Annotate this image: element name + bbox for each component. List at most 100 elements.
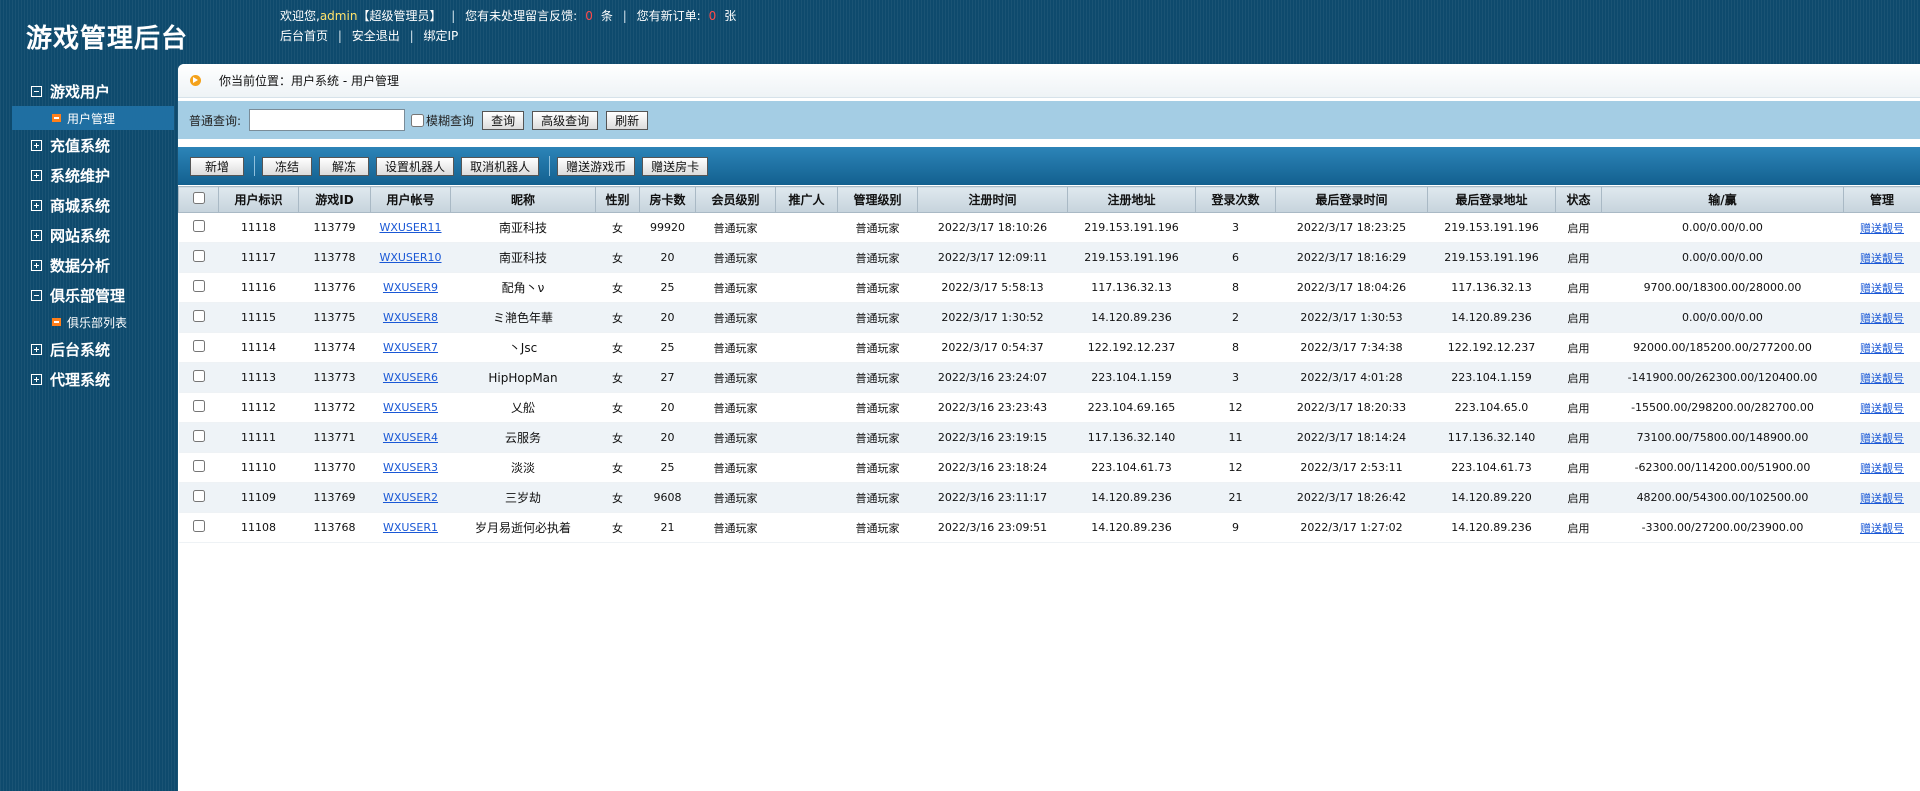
feedback-count[interactable]: 0 <box>577 9 601 23</box>
table-row[interactable]: 11111 113771 WXUSER4 云服务女 20 普通玩家 普通玩家 2022/3/1… <box>178 422 1920 453</box>
row-checkbox[interactable] <box>192 460 205 472</box>
account-link[interactable]: WXUSER3 <box>383 461 438 474</box>
account-link[interactable]: WXUSER11 <box>379 221 441 234</box>
account-link[interactable]: WXUSER9 <box>383 281 438 294</box>
gift-number-link[interactable]: 赠送靓号 <box>1860 372 1904 385</box>
main-panel: 你当前位置：用户系统 - 用户管理 普通查询: 模糊查询 查询 高级查询 刷新 … <box>178 64 1920 791</box>
gift-card-button[interactable]: 赠送房卡 <box>642 156 709 176</box>
table-cell: 2022/3/17 4:01:28 <box>1275 362 1428 393</box>
query-button[interactable]: 查询 <box>482 110 525 130</box>
gift-number-link[interactable]: 赠送靓号 <box>1860 282 1904 295</box>
account-link[interactable]: WXUSER4 <box>383 431 438 444</box>
menu-item-club-list[interactable]: 俱乐部列表 <box>12 310 174 334</box>
gift-number-link[interactable]: 赠送靓号 <box>1860 222 1904 235</box>
account-link[interactable]: WXUSER10 <box>379 251 441 264</box>
logout-link[interactable]: 安全退出 <box>352 29 400 43</box>
menu-group-analytics[interactable]: 数据分析 <box>12 250 174 280</box>
action-toolbar: 新增 冻结 解冻 设置机器人 取消机器人 赠送游戏币 赠送房卡 <box>178 147 1920 185</box>
table-row[interactable]: 11114 113774 WXUSER7 丶Jsc 女 25 普通玩家 普通玩家 2022/3/… <box>178 332 1920 363</box>
menu-group-backend[interactable]: 后台系统 <box>12 334 174 364</box>
account-link[interactable]: WXUSER2 <box>383 491 438 504</box>
table-cell: WXUSER5 <box>370 392 451 423</box>
row-checkbox[interactable] <box>192 370 205 382</box>
gift-number-link[interactable]: 赠送靓号 <box>1860 402 1904 415</box>
table-row[interactable]: 11109 113769 WXUSER2 三岁劫女 9608 普通玩家 普通玩家 2022/3… <box>178 482 1920 513</box>
table-cell: 普通玩家 <box>695 392 776 423</box>
row-checkbox[interactable] <box>192 310 205 322</box>
search-input[interactable] <box>249 109 406 131</box>
table-cell: 11110 <box>218 452 299 483</box>
orders-count[interactable]: 0 <box>701 9 725 23</box>
separator: | <box>451 9 456 23</box>
table-cell: 0.00/0.00/0.00 <box>1601 242 1844 273</box>
table-row[interactable]: 11110 113770 WXUSER3 淡淡女 25 普通玩家 普通玩家 2022/3/16… <box>178 452 1920 483</box>
freeze-button[interactable]: 冻结 <box>262 156 313 176</box>
select-all-checkbox[interactable] <box>192 192 205 204</box>
refresh-button[interactable]: 刷新 <box>606 110 649 130</box>
collapse-icon <box>31 289 42 301</box>
action-cell: 赠送靓号 <box>1843 362 1920 393</box>
menu-group-website[interactable]: 网站系统 <box>12 220 174 250</box>
gift-number-link[interactable]: 赠送靓号 <box>1860 522 1904 535</box>
table-row[interactable]: 11115 113775 WXUSER8 ミ滟色年華女 20 普通玩家 普通玩家 2022/3… <box>178 302 1920 333</box>
home-link[interactable]: 后台首页 <box>280 29 328 43</box>
menu-group-game-users[interactable]: 游戏用户 <box>12 76 174 106</box>
table-cell <box>775 332 838 363</box>
action-cell: 赠送靓号 <box>1843 272 1920 303</box>
table-cell: 女 <box>595 482 640 513</box>
bind-ip-link[interactable]: 绑定IP <box>423 29 458 43</box>
fuzzy-checkbox[interactable] <box>411 113 425 127</box>
table-row[interactable]: 11112 113772 WXUSER5 乂舩女 20 普通玩家 普通玩家 2022/3/16… <box>178 392 1920 423</box>
cancel-robot-button[interactable]: 取消机器人 <box>461 156 540 176</box>
gift-number-link[interactable]: 赠送靓号 <box>1860 342 1904 355</box>
account-link[interactable]: WXUSER6 <box>383 371 438 384</box>
table-cell: 2022/3/17 1:30:52 <box>917 302 1068 333</box>
row-checkbox[interactable] <box>192 490 205 502</box>
table-row[interactable]: 11113 113773 WXUSER6 HipHopMan 女 27 普通玩家 普通玩家 20… <box>178 362 1920 393</box>
table-row[interactable]: 11116 113776 WXUSER9 配角丶ν 女 25 普通玩家 普通玩家 2022/3/… <box>178 272 1920 303</box>
gift-number-link[interactable]: 赠送靓号 <box>1860 462 1904 475</box>
row-checkbox[interactable] <box>192 280 205 292</box>
row-checkbox[interactable] <box>192 400 205 412</box>
menu-group-agent[interactable]: 代理系统 <box>12 364 174 394</box>
account-link[interactable]: WXUSER1 <box>383 521 438 534</box>
feedback-unit: 条 <box>600 9 613 23</box>
gift-number-link[interactable]: 赠送靓号 <box>1860 432 1904 445</box>
table-cell: 启用 <box>1555 392 1602 423</box>
table-cell: -3300.00/27200.00/23900.00 <box>1601 512 1844 543</box>
table-row[interactable]: 11108 113768 WXUSER1 岁月易逝何必执着女 21 普通玩家 普通玩家 202… <box>178 512 1920 543</box>
table-cell: 女 <box>595 512 640 543</box>
menu-group-club[interactable]: 俱乐部管理 <box>12 280 174 310</box>
set-robot-button[interactable]: 设置机器人 <box>376 156 455 176</box>
column-header: 最后登录时间 <box>1275 186 1428 213</box>
advanced-query-button[interactable]: 高级查询 <box>532 110 599 130</box>
menu-item-user-management[interactable]: 用户管理 <box>12 106 174 130</box>
row-select-cell <box>178 392 219 423</box>
row-checkbox[interactable] <box>192 340 205 352</box>
table-cell: 8 <box>1195 272 1276 303</box>
table-cell <box>775 392 838 423</box>
table-row[interactable]: 11117 113778 WXUSER10 南亚科技女 20 普通玩家 普通玩家 2022/3… <box>178 242 1920 273</box>
table-cell: 6 <box>1195 242 1276 273</box>
row-checkbox[interactable] <box>192 430 205 442</box>
table-row[interactable]: 11118 113779 WXUSER11 南亚科技女 99920 普通玩家 普通玩家 202… <box>178 212 1920 243</box>
gift-number-link[interactable]: 赠送靓号 <box>1860 252 1904 265</box>
gift-number-link[interactable]: 赠送靓号 <box>1860 492 1904 505</box>
menu-group-recharge[interactable]: 充值系统 <box>12 130 174 160</box>
table-cell: 99920 <box>639 212 696 243</box>
menu-group-label: 充值系统 <box>50 136 111 155</box>
account-link[interactable]: WXUSER5 <box>383 401 438 414</box>
menu-group-maintenance[interactable]: 系统维护 <box>12 160 174 190</box>
row-checkbox[interactable] <box>192 520 205 532</box>
table-cell: 11108 <box>218 512 299 543</box>
row-checkbox[interactable] <box>192 220 205 232</box>
unfreeze-button[interactable]: 解冻 <box>319 156 370 176</box>
account-link[interactable]: WXUSER8 <box>383 311 438 324</box>
menu-group-shop[interactable]: 商城系统 <box>12 190 174 220</box>
gift-number-link[interactable]: 赠送靓号 <box>1860 312 1904 325</box>
gift-coin-button[interactable]: 赠送游戏币 <box>557 156 636 176</box>
add-button[interactable]: 新增 <box>190 156 245 176</box>
account-link[interactable]: WXUSER7 <box>383 341 438 354</box>
row-checkbox[interactable] <box>192 250 205 262</box>
menu-group-label: 数据分析 <box>50 256 111 275</box>
